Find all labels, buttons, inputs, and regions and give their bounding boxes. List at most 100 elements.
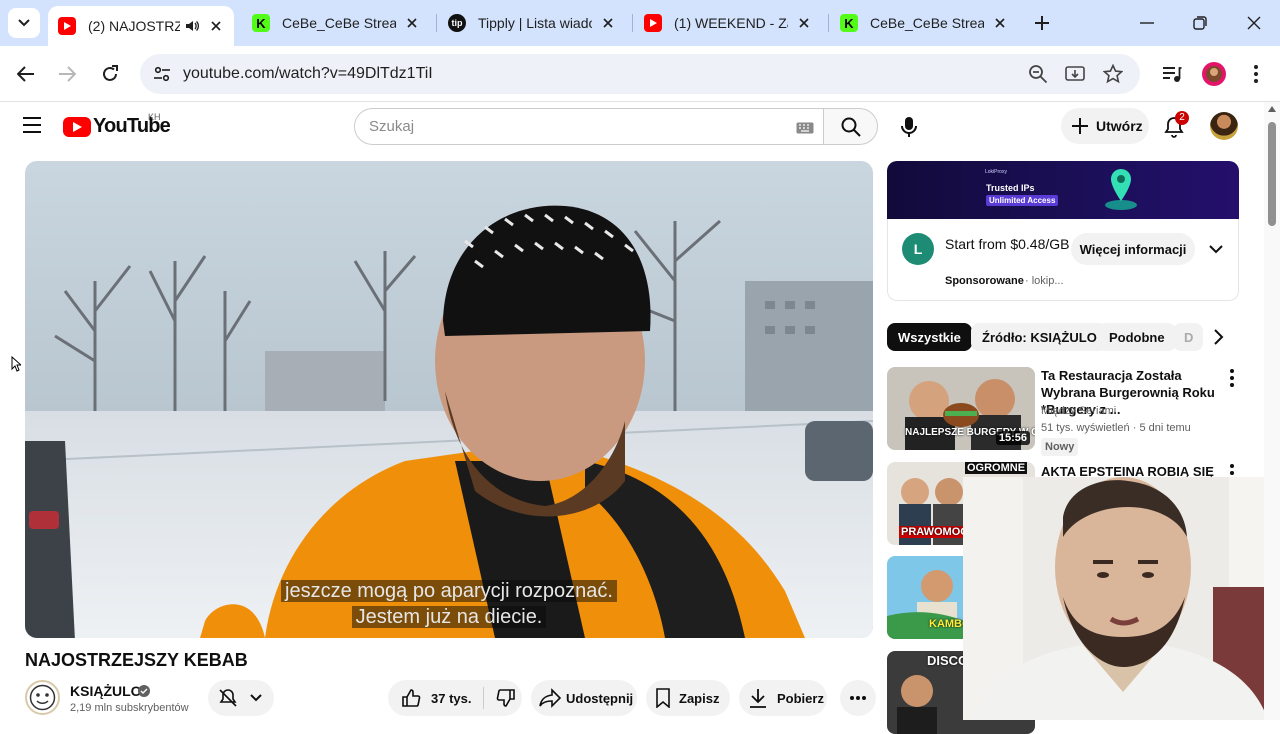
hamburger-menu-icon[interactable] bbox=[22, 116, 42, 134]
chevron-right-icon[interactable] bbox=[1208, 327, 1228, 347]
thumbnail-text: DISCO bbox=[927, 653, 969, 668]
close-window-icon[interactable] bbox=[1244, 13, 1264, 33]
recommendation-channel[interactable]: Między Seriami bbox=[1041, 405, 1116, 417]
scrollbar-thumb[interactable] bbox=[1268, 122, 1276, 226]
thumbs-down-icon[interactable] bbox=[496, 688, 516, 708]
keyboard-icon[interactable] bbox=[796, 122, 814, 134]
tab-title: (2) NAJOSTRZEJSZY bbox=[88, 18, 180, 34]
speaker-icon[interactable] bbox=[184, 18, 200, 34]
kick-favicon: K bbox=[252, 14, 270, 32]
microphone-icon bbox=[901, 117, 917, 137]
chip-more[interactable]: D bbox=[1173, 323, 1203, 351]
close-tab-icon[interactable] bbox=[208, 18, 224, 34]
forward-arrow-icon[interactable] bbox=[55, 62, 79, 86]
more-vertical-icon[interactable] bbox=[1225, 369, 1239, 387]
like-divider bbox=[483, 687, 485, 709]
video-frame bbox=[25, 161, 873, 638]
more-horizontal-icon bbox=[850, 696, 866, 700]
tab-youtube-weekend[interactable]: (1) WEEKEND - Za kulisami bbox=[634, 7, 822, 39]
country-code: KH bbox=[148, 112, 161, 122]
chip-related[interactable]: Podobne bbox=[1098, 323, 1176, 351]
tab-search-button[interactable] bbox=[8, 8, 40, 38]
scroll-up-arrow-icon[interactable] bbox=[1268, 106, 1276, 112]
more-actions-button[interactable] bbox=[840, 680, 876, 716]
site-settings-icon[interactable] bbox=[152, 64, 172, 84]
account-avatar[interactable] bbox=[1210, 112, 1238, 140]
create-button[interactable]: Utwórz bbox=[1061, 108, 1149, 144]
browser-tab-strip: (2) NAJOSTRZEJSZY K CeBe_CeBe Stream tip… bbox=[0, 0, 1280, 46]
video-player[interactable]: jeszcze mogą po aparycji rozpoznać. Jest… bbox=[25, 161, 873, 638]
download-label: Pobierz bbox=[777, 690, 824, 706]
caption-line-1: jeszcze mogą po aparycji rozpoznać. bbox=[25, 580, 873, 603]
youtube-play-icon bbox=[63, 116, 91, 137]
address-bar[interactable]: youtube.com/watch?v=49DlTdz1TiI bbox=[140, 54, 1140, 94]
youtube-favicon bbox=[644, 14, 662, 32]
close-tab-icon[interactable] bbox=[796, 15, 812, 31]
ad-banner-line-2: Unlimited Access bbox=[986, 195, 1059, 206]
sponsored-ad-card[interactable]: LokiProxy Trusted IPs Unlimited Access L… bbox=[887, 161, 1239, 301]
search-button[interactable] bbox=[823, 108, 878, 145]
caption-line-2: Jestem już na diecie. bbox=[25, 606, 873, 629]
ad-headline[interactable]: Start from $0.48/GB bbox=[945, 235, 1075, 254]
like-count[interactable]: 37 tys. bbox=[431, 691, 471, 706]
browser-menu-icon[interactable] bbox=[1244, 62, 1268, 86]
page-scrollbar[interactable] bbox=[1264, 102, 1280, 720]
chevron-down-icon[interactable] bbox=[1208, 241, 1224, 257]
search-placeholder: Szukaj bbox=[369, 118, 415, 135]
new-tab-icon[interactable] bbox=[1032, 13, 1052, 33]
zoom-icon[interactable] bbox=[1028, 64, 1048, 84]
download-button[interactable]: Pobierz bbox=[739, 680, 827, 716]
tab-youtube-najostrzejszy[interactable]: (2) NAJOSTRZEJSZY bbox=[48, 6, 234, 46]
search-input[interactable]: Szukaj bbox=[354, 108, 824, 145]
close-tab-icon[interactable] bbox=[404, 15, 420, 31]
reload-icon[interactable] bbox=[98, 62, 122, 86]
tab-separator bbox=[828, 14, 829, 32]
ad-more-info-button[interactable]: Więcej informacji bbox=[1071, 233, 1195, 265]
youtube-favicon bbox=[58, 17, 76, 35]
tab-title: CeBe_CeBe Stream bbox=[282, 15, 396, 31]
streamer-webcam-overlay bbox=[963, 477, 1280, 720]
close-tab-icon[interactable] bbox=[600, 15, 616, 31]
chip-all[interactable]: Wszystkie bbox=[887, 323, 972, 351]
channel-avatar[interactable] bbox=[25, 680, 60, 715]
mouse-cursor-icon bbox=[11, 356, 21, 372]
thumbs-up-icon[interactable] bbox=[401, 688, 421, 708]
tab-title: (1) WEEKEND - Za kulisami bbox=[674, 15, 788, 31]
notification-badge: 2 bbox=[1175, 111, 1189, 125]
close-tab-icon[interactable] bbox=[992, 15, 1008, 31]
save-button[interactable]: Zapisz bbox=[646, 680, 730, 716]
recommendation-thumbnail[interactable]: NAJLEPSZE BURGERY W CAŁEJ POLSCE 15:56 bbox=[887, 367, 1035, 450]
minimize-icon[interactable] bbox=[1137, 13, 1157, 33]
bookmark-icon bbox=[656, 688, 670, 708]
chevron-down-icon bbox=[250, 694, 262, 702]
tab-kick-cebe-2[interactable]: K CeBe_CeBe Stream bbox=[830, 7, 1018, 39]
install-app-icon[interactable] bbox=[1065, 64, 1085, 84]
share-label: Udostępnij bbox=[566, 690, 634, 706]
voice-search-button[interactable] bbox=[890, 108, 928, 146]
tab-kick-cebe-1[interactable]: K CeBe_CeBe Stream bbox=[242, 7, 430, 39]
subscriber-count: 2,19 mln subskrybentów bbox=[70, 702, 189, 714]
tab-separator bbox=[436, 14, 437, 32]
thumbnail-text-top: OGROMNE bbox=[965, 462, 1028, 474]
search-icon bbox=[841, 117, 861, 137]
profile-avatar[interactable] bbox=[1202, 62, 1226, 86]
url-text[interactable]: youtube.com/watch?v=49DlTdz1TiI bbox=[183, 65, 433, 83]
download-icon bbox=[750, 689, 766, 708]
restore-icon[interactable] bbox=[1190, 13, 1210, 33]
subscribed-notifications-button[interactable] bbox=[208, 680, 274, 716]
tab-tipply[interactable]: tip Tipply | Lista wiadomości bbox=[438, 7, 626, 39]
youtube-logo[interactable]: YouTube KH bbox=[63, 112, 171, 138]
video-title: NAJOSTRZEJSZY KEBAB bbox=[25, 650, 248, 670]
ad-domain: · lokip... bbox=[1025, 275, 1064, 287]
webcam-frame bbox=[963, 477, 1280, 720]
ad-advertiser-logo[interactable]: L bbox=[902, 233, 934, 265]
media-controls-icon[interactable] bbox=[1160, 62, 1184, 86]
share-button[interactable]: Udostępnij bbox=[531, 680, 637, 716]
back-arrow-icon[interactable] bbox=[14, 62, 38, 86]
ad-banner-brand: LokiProxy bbox=[985, 169, 1007, 175]
channel-name[interactable]: KSIĄŻULO bbox=[70, 683, 142, 699]
share-arrow-icon bbox=[539, 688, 561, 708]
ad-banner[interactable]: LokiProxy Trusted IPs Unlimited Access bbox=[887, 161, 1239, 219]
bookmark-star-icon[interactable] bbox=[1103, 64, 1123, 84]
chip-source-channel[interactable]: Źródło: KSIĄŻULO bbox=[971, 323, 1108, 351]
